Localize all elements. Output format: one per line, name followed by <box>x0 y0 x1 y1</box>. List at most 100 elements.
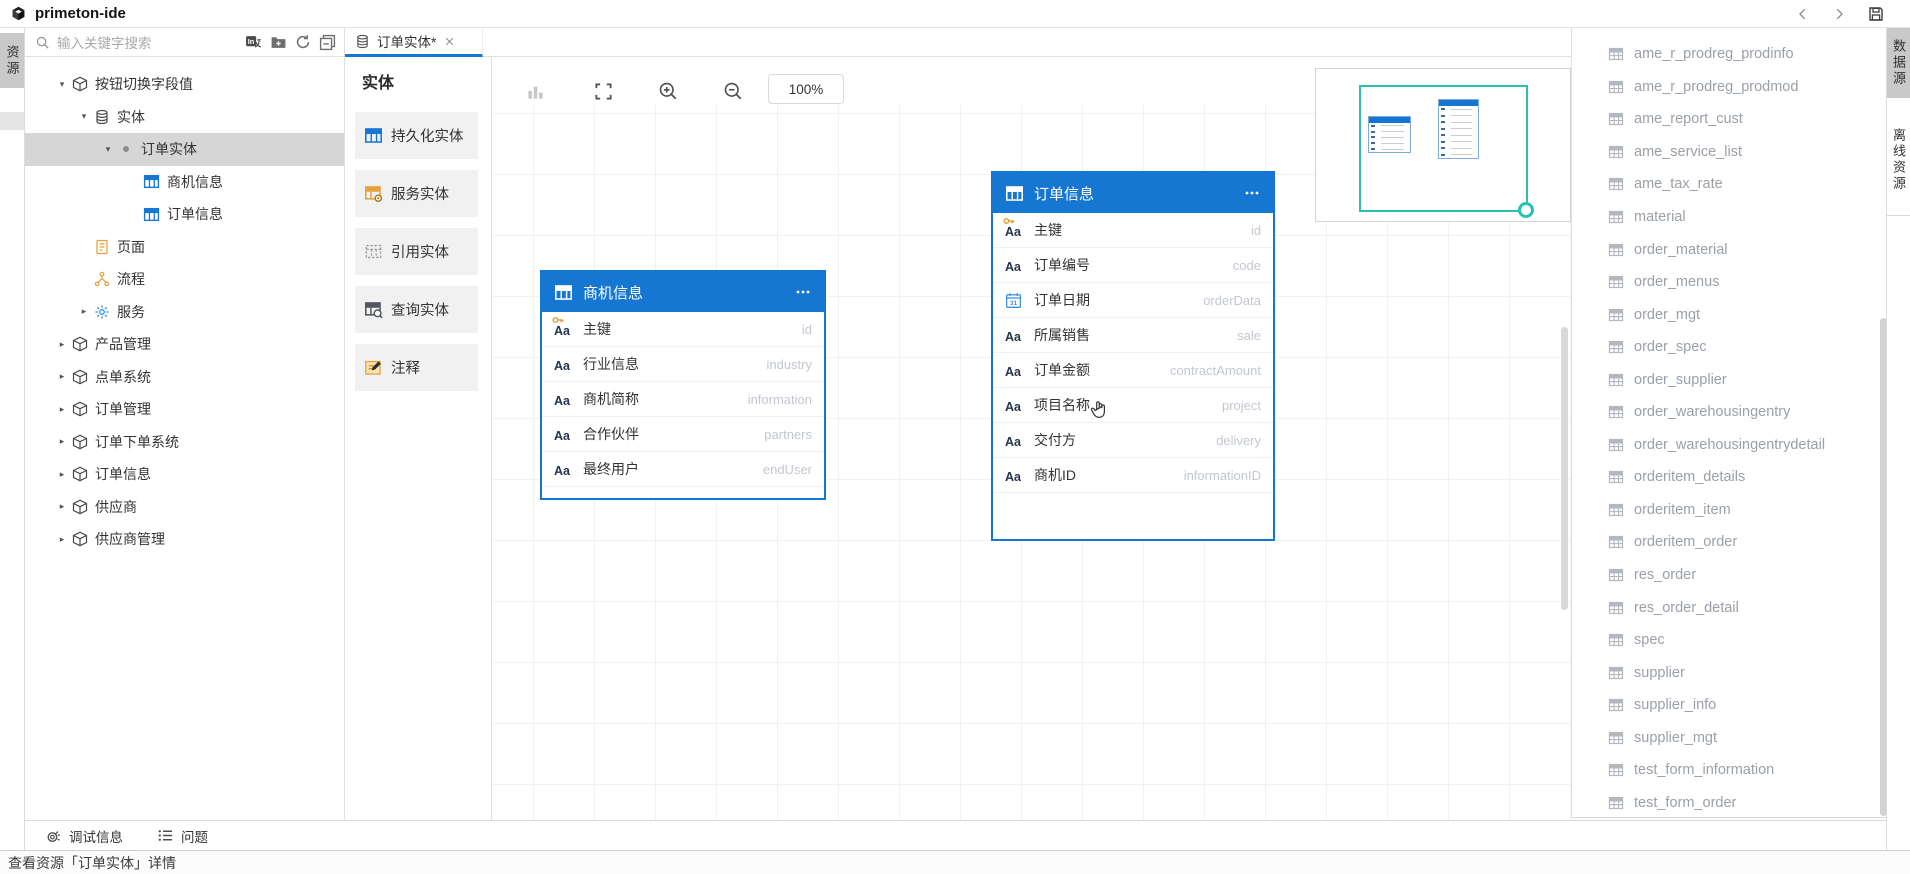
side-tab-offline-resources[interactable]: 离线资源 <box>1887 105 1910 215</box>
data-table-orderitem_order[interactable]: orderitem_order <box>1572 526 1886 559</box>
data-table-order_supplier[interactable]: order_supplier <box>1572 363 1886 396</box>
debug-info-button[interactable]: 调试信息 <box>45 826 123 846</box>
entity-field-行业信息[interactable]: Aa行业信息industry <box>542 347 824 382</box>
refresh-icon[interactable] <box>295 34 311 50</box>
palette-item-注释[interactable]: 注释 <box>355 344 478 391</box>
expand-arrow[interactable]: ▸ <box>75 306 93 317</box>
tree-item-服务[interactable]: ▸服务 <box>25 296 344 329</box>
entity-field-主键[interactable]: Aa主键id <box>993 213 1273 248</box>
new-folder-icon[interactable] <box>270 34 287 51</box>
data-table-order_material[interactable]: order_material <box>1572 233 1886 266</box>
tree-item-订单下单系统[interactable]: ▸订单下单系统 <box>25 426 344 459</box>
tree-item-页面[interactable]: 页面 <box>25 231 344 264</box>
data-table-res_order[interactable]: res_order <box>1572 559 1886 592</box>
data-table-ame_r_prodreg_prodinfo[interactable]: ame_r_prodreg_prodinfo <box>1572 38 1886 71</box>
entity-card-header[interactable]: 商机信息 <box>542 272 824 312</box>
zoom-in-icon[interactable] <box>658 81 678 101</box>
problems-button[interactable]: 问题 <box>157 826 208 846</box>
expand-arrow[interactable]: ▸ <box>53 404 71 415</box>
expand-arrow[interactable]: ▾ <box>75 111 93 122</box>
more-dots-icon[interactable] <box>793 283 812 302</box>
data-table-label: ame_report_cust <box>1634 111 1743 127</box>
minimap[interactable] <box>1315 68 1571 222</box>
zoom-out-icon[interactable] <box>723 81 743 101</box>
entity-field-订单日期[interactable]: 31订单日期orderData <box>993 283 1273 318</box>
i18n-icon[interactable]: In <box>245 34 262 51</box>
entity-field-主键[interactable]: Aa主键id <box>542 312 824 347</box>
tree-item-订单实体[interactable]: ▾订单实体 <box>25 133 344 166</box>
tree-item-点单系统[interactable]: ▸点单系统 <box>25 361 344 394</box>
fit-screen-icon[interactable] <box>593 81 613 101</box>
forward-icon[interactable] <box>1832 7 1846 21</box>
entity-field-订单金额[interactable]: Aa订单金额contractAmount <box>993 353 1273 388</box>
data-table-test_form_information[interactable]: test_form_information <box>1572 754 1886 787</box>
minimap-resize-handle[interactable] <box>1518 202 1534 218</box>
data-table-supplier_info[interactable]: supplier_info <box>1572 689 1886 722</box>
data-table-res_order_detail[interactable]: res_order_detail <box>1572 591 1886 624</box>
entity-field-订单编号[interactable]: Aa订单编号code <box>993 248 1273 283</box>
tree-item-订单信息[interactable]: ▸订单信息 <box>25 458 344 491</box>
data-table-order_warehousingentry[interactable]: order_warehousingentry <box>1572 396 1886 429</box>
entity-field-最终用户[interactable]: Aa最终用户endUser <box>542 452 824 487</box>
data-table-orderitem_item[interactable]: orderitem_item <box>1572 494 1886 527</box>
tree-item-实体[interactable]: ▾实体 <box>25 101 344 134</box>
data-table-test_form_order[interactable]: test_form_order <box>1572 787 1886 818</box>
tab-order-entity[interactable]: 订单实体* <box>345 28 483 57</box>
tree-item-产品管理[interactable]: ▸产品管理 <box>25 328 344 361</box>
entity-field-项目名称[interactable]: Aa项目名称project <box>993 388 1273 423</box>
entity-field-商机简称[interactable]: Aa商机简称information <box>542 382 824 417</box>
close-icon[interactable] <box>443 35 456 48</box>
save-icon[interactable] <box>1868 6 1884 22</box>
entity-field-合作伙伴[interactable]: Aa合作伙伴partners <box>542 417 824 452</box>
data-table-spec[interactable]: spec <box>1572 624 1886 657</box>
entity-card-订单信息[interactable]: 订单信息Aa主键idAa订单编号code31订单日期orderDataAa所属销… <box>991 171 1275 541</box>
chart-icon[interactable] <box>525 81 545 101</box>
expand-arrow[interactable]: ▾ <box>99 144 117 155</box>
side-tab-resources[interactable]: 资源 <box>0 33 24 88</box>
expand-arrow[interactable]: ▸ <box>53 534 71 545</box>
data-table-order_warehousingentrydetail[interactable]: order_warehousingentrydetail <box>1572 429 1886 462</box>
expand-arrow[interactable]: ▸ <box>53 436 71 447</box>
entity-card-header[interactable]: 订单信息 <box>993 173 1273 213</box>
expand-arrow[interactable]: ▸ <box>53 339 71 350</box>
entity-card-商机信息[interactable]: 商机信息Aa主键idAa行业信息industryAa商机简称informatio… <box>540 270 826 500</box>
data-table-order_menus[interactable]: order_menus <box>1572 266 1886 299</box>
tree-item-订单信息[interactable]: 订单信息 <box>25 198 344 231</box>
side-tab-datasource[interactable]: 数据源 <box>1887 28 1910 98</box>
data-table-ame_tax_rate[interactable]: ame_tax_rate <box>1572 168 1886 201</box>
diagram-canvas[interactable]: 100% 商机信息Aa主键idAa行业信息industryAa商机简称infor… <box>492 57 1571 820</box>
data-table-order_spec[interactable]: order_spec <box>1572 331 1886 364</box>
left-strip-scroll[interactable] <box>0 112 24 130</box>
expand-arrow[interactable]: ▸ <box>53 501 71 512</box>
search-input[interactable]: 输入关键字搜索 <box>57 32 152 52</box>
entity-field-交付方[interactable]: Aa交付方delivery <box>993 423 1273 458</box>
entity-field-所属销售[interactable]: Aa所属销售sale <box>993 318 1273 353</box>
more-dots-icon[interactable] <box>1242 184 1261 203</box>
data-table-supplier_mgt[interactable]: supplier_mgt <box>1572 721 1886 754</box>
data-table-supplier[interactable]: supplier <box>1572 656 1886 689</box>
data-table-material[interactable]: material <box>1572 201 1886 234</box>
palette-item-引用实体[interactable]: 引用实体 <box>355 228 478 275</box>
back-icon[interactable] <box>1796 7 1810 21</box>
expand-arrow[interactable]: ▸ <box>53 371 71 382</box>
data-table-ame_service_list[interactable]: ame_service_list <box>1572 136 1886 169</box>
tree-item-订单管理[interactable]: ▸订单管理 <box>25 393 344 426</box>
entity-field-商机ID[interactable]: Aa商机IDinformationID <box>993 458 1273 493</box>
tree-item-流程[interactable]: 流程 <box>25 263 344 296</box>
data-table-ame_r_prodreg_prodmod[interactable]: ame_r_prodreg_prodmod <box>1572 71 1886 104</box>
zoom-level-input[interactable]: 100% <box>768 74 844 104</box>
palette-item-持久化实体[interactable]: 持久化实体 <box>355 112 478 159</box>
palette-item-服务实体[interactable]: 服务实体 <box>355 170 478 217</box>
tree-item-供应商管理[interactable]: ▸供应商管理 <box>25 523 344 556</box>
data-table-ame_report_cust[interactable]: ame_report_cust <box>1572 103 1886 136</box>
collapse-editors-icon[interactable] <box>319 34 336 51</box>
canvas-vertical-scrollbar[interactable] <box>1561 327 1568 610</box>
data-table-order_mgt[interactable]: order_mgt <box>1572 298 1886 331</box>
expand-arrow[interactable]: ▾ <box>53 79 71 90</box>
tree-item-商机信息[interactable]: 商机信息 <box>25 166 344 199</box>
tree-item-供应商[interactable]: ▸供应商 <box>25 491 344 524</box>
tree-item-按钮切换字段值[interactable]: ▾按钮切换字段值 <box>25 68 344 101</box>
palette-item-查询实体[interactable]: 查询实体 <box>355 286 478 333</box>
data-table-orderitem_details[interactable]: orderitem_details <box>1572 461 1886 494</box>
expand-arrow[interactable]: ▸ <box>53 469 71 480</box>
